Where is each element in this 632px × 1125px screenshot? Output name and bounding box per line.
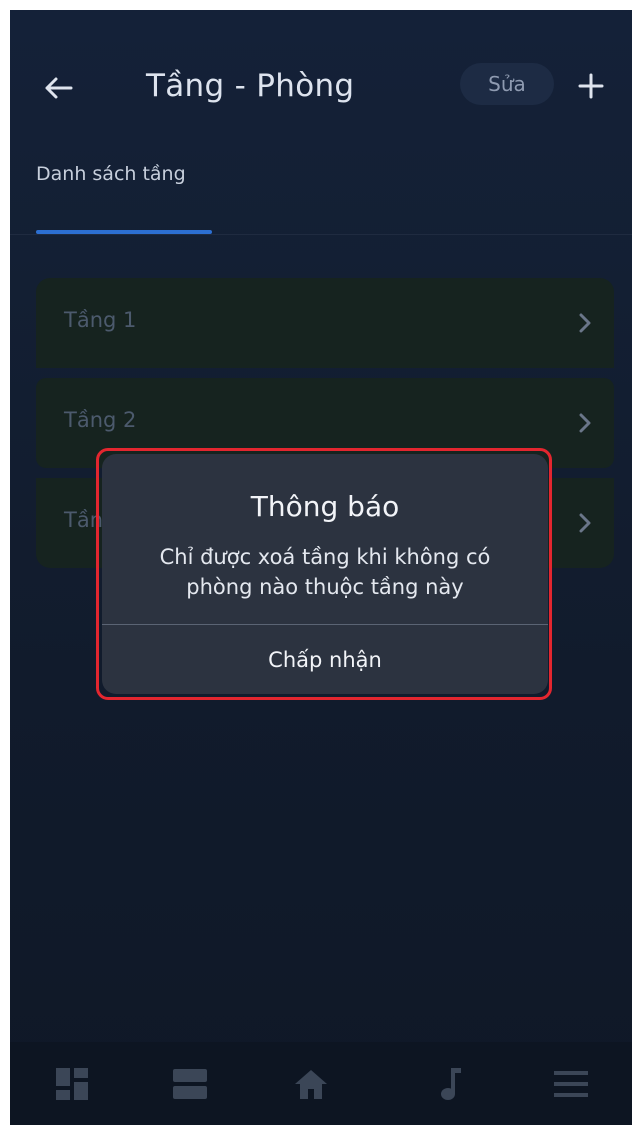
nav-home[interactable] (271, 1042, 351, 1125)
tab-floor-list[interactable]: Danh sách tầng (36, 163, 186, 185)
bottom-navigation (10, 1042, 632, 1125)
dashboard-icon (56, 1067, 88, 1100)
rooms-icon (173, 1068, 207, 1099)
nav-menu[interactable] (531, 1042, 611, 1125)
chevron-right-icon (578, 511, 592, 535)
chevron-right-icon (578, 311, 592, 335)
app-screen: Tầng - Phòng Sửa Danh sách tầng Tầng 1 T… (10, 10, 632, 1125)
app-header: Tầng - Phòng Sửa (10, 10, 632, 170)
floor-label: Tầng 2 (64, 408, 137, 432)
nav-rooms[interactable] (150, 1042, 230, 1125)
add-button[interactable] (574, 66, 608, 106)
floor-label: Tầng 1 (64, 308, 137, 332)
dialog-message: Chỉ được xoá tầng khi không có phòng nào… (159, 545, 491, 599)
accept-button[interactable]: Chấp nhận (102, 625, 548, 694)
tab-divider (10, 234, 632, 235)
floor-list-item[interactable]: Tầng 1 (36, 278, 614, 368)
nav-dashboard[interactable] (32, 1042, 112, 1125)
back-button[interactable] (38, 68, 78, 108)
music-note-icon (441, 1067, 461, 1100)
chevron-right-icon (578, 411, 592, 435)
page-title: Tầng - Phòng (146, 68, 355, 104)
nav-music[interactable] (411, 1042, 491, 1125)
arrow-left-icon (45, 77, 73, 99)
dialog-title: Thông báo (250, 490, 400, 523)
alert-dialog: Thông báo Chỉ được xoá tầng khi không có… (102, 454, 548, 694)
menu-icon (554, 1070, 588, 1097)
edit-button[interactable]: Sửa (460, 63, 554, 105)
home-icon (295, 1069, 327, 1099)
plus-icon (578, 73, 604, 99)
